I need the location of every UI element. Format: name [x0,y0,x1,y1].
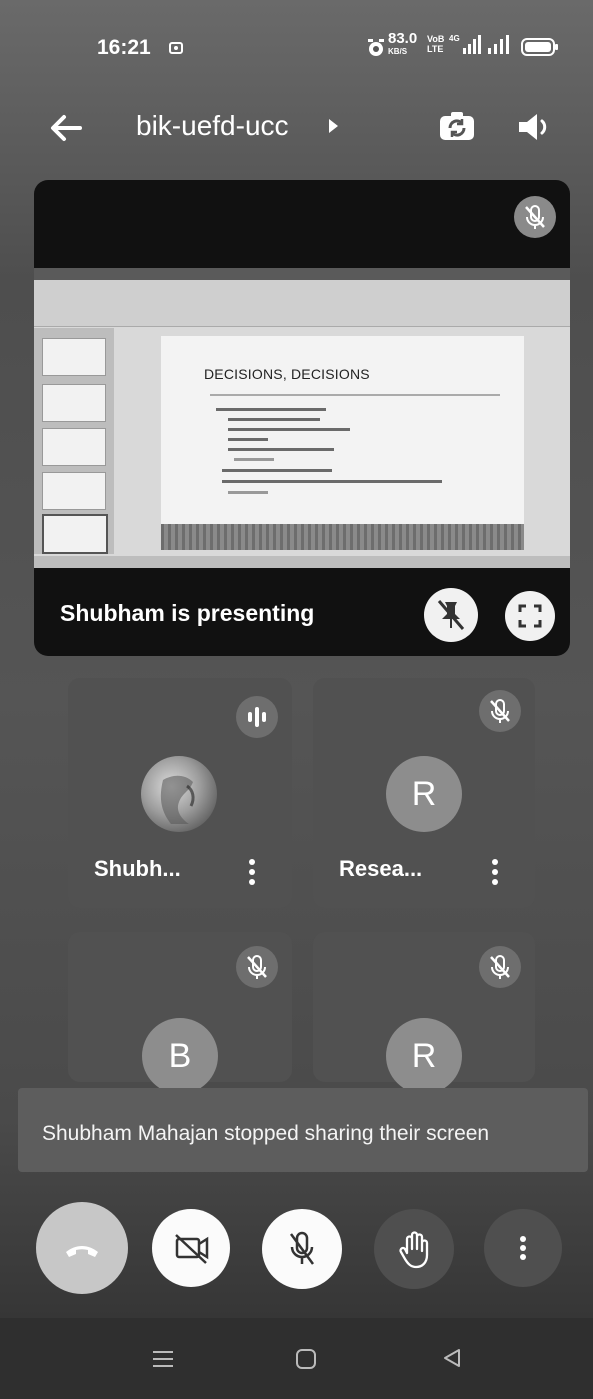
unpin-button[interactable] [424,588,478,642]
ppt-titlebar [34,268,570,280]
end-call-icon [66,1246,98,1257]
participant-mute-badge [236,946,278,988]
participant-tile[interactable]: Shubh... [68,678,292,908]
fullscreen-icon [518,604,542,628]
raise-hand-button[interactable] [374,1209,454,1289]
back-button[interactable] [46,108,86,148]
participant-options-button[interactable] [488,854,502,890]
network-speed: 83.0 KB/S [388,31,417,58]
end-call-button[interactable] [36,1202,128,1294]
presenting-label: Shubham is presenting [60,600,315,626]
ppt-ribbon [34,280,570,327]
mic-off-icon [490,955,510,979]
camera-toggle-button[interactable] [152,1209,230,1287]
slide-thumbnail [42,514,108,554]
raise-hand-icon [399,1231,429,1269]
fullscreen-button[interactable] [505,591,555,641]
home-icon [296,1349,316,1369]
more-vert-icon [249,859,255,885]
avatar: B [142,1018,218,1094]
slide-bullet [216,408,326,411]
home-button[interactable] [294,1347,318,1376]
toast-message: Shubham Mahajan stopped sharing their sc… [42,1122,490,1145]
participant-mute-badge [479,946,521,988]
status-time: 16:21 [97,36,151,59]
screen-record-icon [168,40,188,61]
slide-thumbnail [42,384,106,422]
slide-bullet [228,418,320,421]
system-nav-bar [0,1318,593,1399]
ppt-statusbar [34,556,570,568]
slide-bullet [228,448,334,451]
signal-icon: 4G [449,34,485,61]
slide-bullet [228,491,268,494]
slide-thumbnail [42,472,106,510]
slide-bullet [228,438,268,441]
alarm-icon [366,38,386,63]
switch-camera-icon [440,112,474,140]
volte-indicator: VoB LTE [427,34,444,54]
signal-icon-2 [486,34,516,61]
mic-off-icon [525,205,545,229]
mic-off-icon [490,699,510,723]
audio-output-button[interactable] [513,106,555,148]
speaker-icon [519,114,547,140]
avatar-photo [141,756,217,832]
slide-bullet [222,480,442,483]
status-bar: 16:21 83.0 KB/S VoB LTE 4G [0,28,593,68]
participant-tile[interactable]: B [68,932,292,1094]
slide-floor-image [161,524,524,550]
mic-off-icon [247,955,267,979]
battery-icon [521,38,559,61]
participant-tile[interactable]: R Resea... [313,678,535,908]
ppt-slide-thumbnails [34,328,114,554]
meeting-code[interactable]: bik-uefd-ucc [136,110,289,142]
slide-thumbnail [42,338,106,376]
more-vert-icon [492,859,498,885]
avatar: R [386,756,462,832]
slide-bullet [234,458,274,461]
camera-off-icon [175,1234,209,1264]
slide-heading: DECISIONS, DECISIONS [204,366,370,382]
slide-rule [210,394,500,396]
volte-top: VoB [427,34,445,44]
speaking-indicator-icon [248,707,266,727]
mic-toggle-button[interactable] [262,1209,342,1289]
back-triangle-icon [444,1349,460,1367]
more-options-button[interactable] [484,1209,562,1287]
recents-button[interactable] [150,1348,176,1375]
slide-bullet [222,469,332,472]
speaking-indicator [236,696,278,738]
toast-notification: Shubham Mahajan stopped sharing their sc… [18,1088,588,1172]
chevron-right-icon[interactable] [327,118,339,139]
slide-thumbnail [42,428,106,466]
mic-off-icon [289,1231,315,1265]
more-vert-icon [520,1236,526,1260]
recents-menu-icon [153,1351,173,1367]
network-type-label: 4G [449,34,460,43]
switch-camera-button[interactable] [436,106,478,148]
presenter-mute-badge [514,196,556,238]
slide-bullet [228,428,350,431]
participant-tile[interactable]: R [313,932,535,1094]
avatar: R [386,1018,462,1094]
volte-bottom: LTE [427,44,444,54]
unpin-icon [437,600,465,630]
participant-name: Resea... [339,856,423,881]
participant-options-button[interactable] [245,854,259,890]
nav-back-button[interactable] [440,1346,464,1375]
participant-name: Shubh... [94,856,181,881]
shared-screen: DECISIONS, DECISIONS [34,268,570,568]
back-arrow-icon [51,115,82,141]
participant-mute-badge [479,690,521,732]
